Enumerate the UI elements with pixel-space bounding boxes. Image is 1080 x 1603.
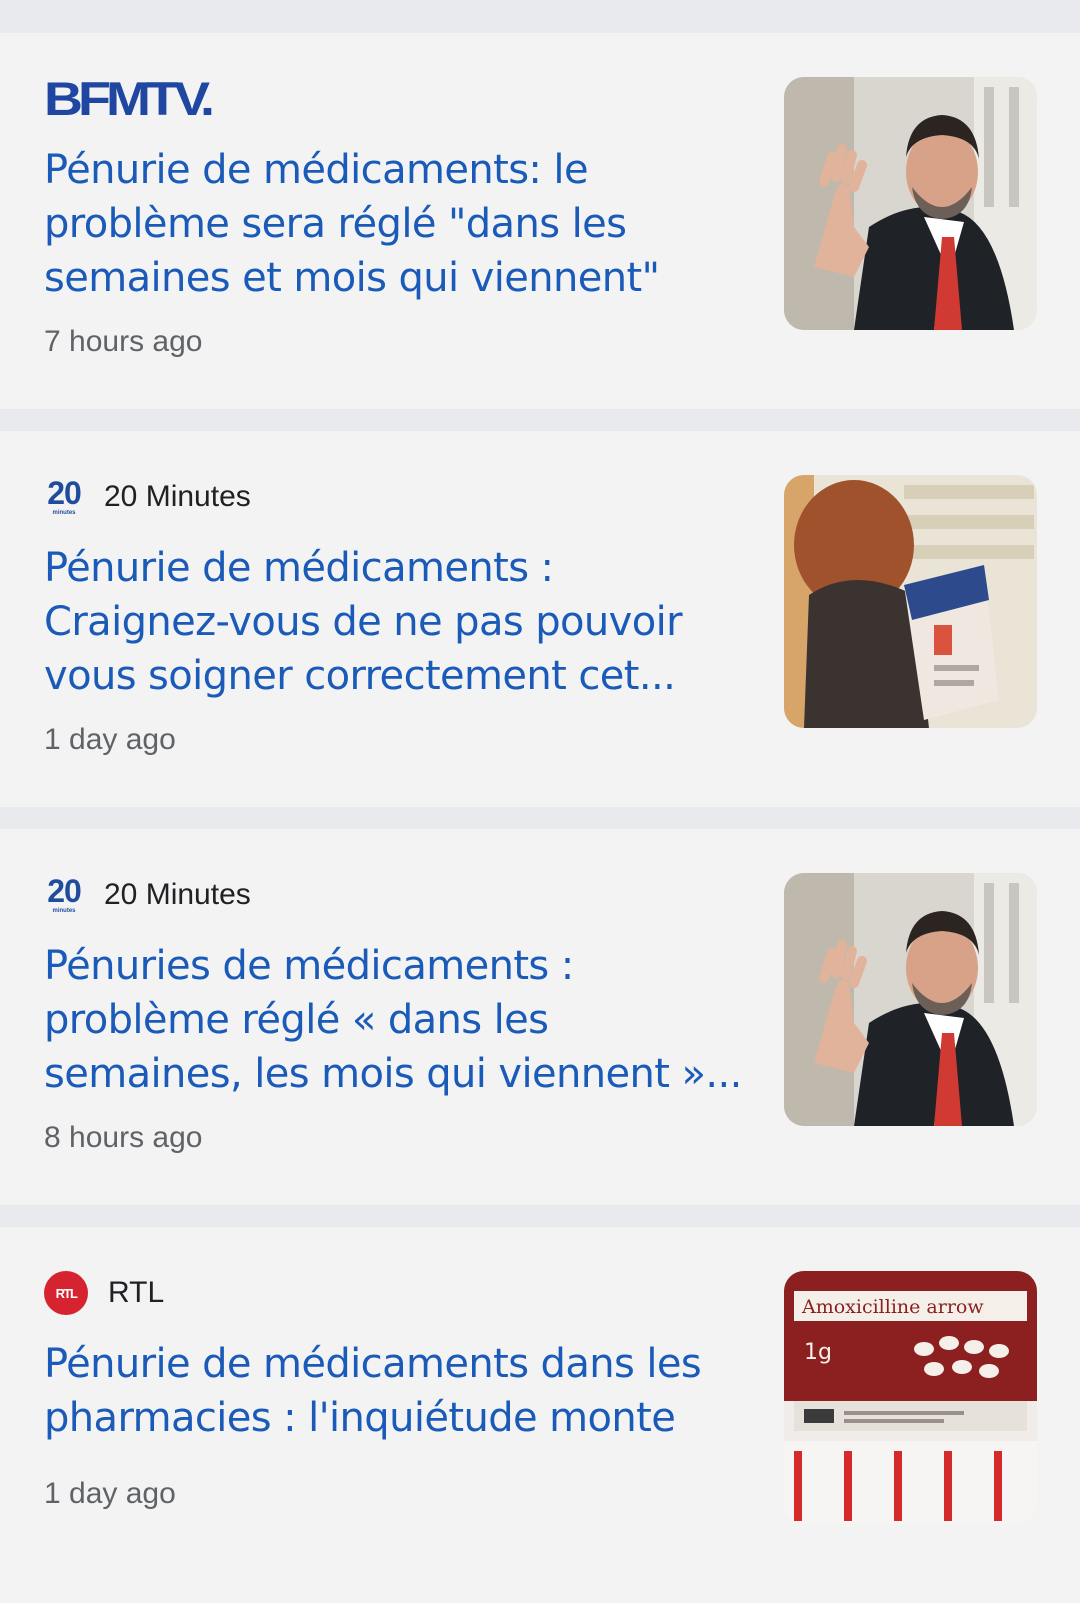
thumbnail-image[interactable]	[784, 873, 1037, 1126]
timestamp: 8 hours ago	[44, 1121, 203, 1154]
news-feed: BFMTV. Pénurie de médicaments: le problè…	[0, 0, 1080, 1603]
source-row: RTL RTL	[44, 1267, 164, 1319]
20-minutes-logo: 20 minutes	[47, 873, 82, 914]
news-card[interactable]: 20 minutes 20 Minutes Pénuries de médica…	[0, 829, 1080, 1205]
headline-link[interactable]: Pénuries de médicaments : problème réglé…	[44, 939, 744, 1101]
timestamp: 7 hours ago	[44, 325, 203, 358]
thumbnail-image[interactable]	[784, 475, 1037, 728]
man-waving-photo	[784, 873, 1037, 1126]
news-card[interactable]: 20 minutes 20 Minutes Pénurie de médicam…	[0, 431, 1080, 807]
source-row: BFMTV.	[44, 72, 215, 126]
source-row: 20 minutes 20 Minutes	[44, 869, 251, 921]
source-name: 20 Minutes	[104, 878, 251, 911]
man-waving-photo	[784, 77, 1037, 330]
rtl-logo: RTL	[44, 1271, 88, 1315]
news-card[interactable]: BFMTV. Pénurie de médicaments: le problè…	[0, 33, 1080, 409]
source-name: 20 Minutes	[104, 480, 251, 513]
source-name: RTL	[108, 1276, 165, 1309]
timestamp: 1 day ago	[44, 723, 176, 756]
source-row: 20 minutes 20 Minutes	[44, 471, 251, 523]
headline-link[interactable]: Pénurie de médicaments : Craignez-vous d…	[44, 541, 744, 703]
box-label-text: Amoxicilline arrow	[801, 1296, 984, 1318]
20-minutes-logo: 20 minutes	[47, 475, 82, 516]
box-dose-text: 1g	[804, 1340, 832, 1365]
thumbnail-image[interactable]: Amoxicilline arrow 1g	[784, 1271, 1037, 1524]
timestamp: 1 day ago	[44, 1477, 176, 1510]
headline-link[interactable]: Pénurie de médicaments dans les pharmaci…	[44, 1337, 744, 1445]
headline-link[interactable]: Pénurie de médicaments: le problème sera…	[44, 143, 744, 305]
news-card[interactable]: RTL RTL Pénurie de médicaments dans les …	[0, 1227, 1080, 1603]
pharmacy-box-photo	[784, 475, 1037, 728]
amoxicilline-box-photo: Amoxicilline arrow 1g	[784, 1271, 1037, 1524]
bfmtv-logo: BFMTV.	[44, 72, 215, 126]
thumbnail-image[interactable]	[784, 77, 1037, 330]
